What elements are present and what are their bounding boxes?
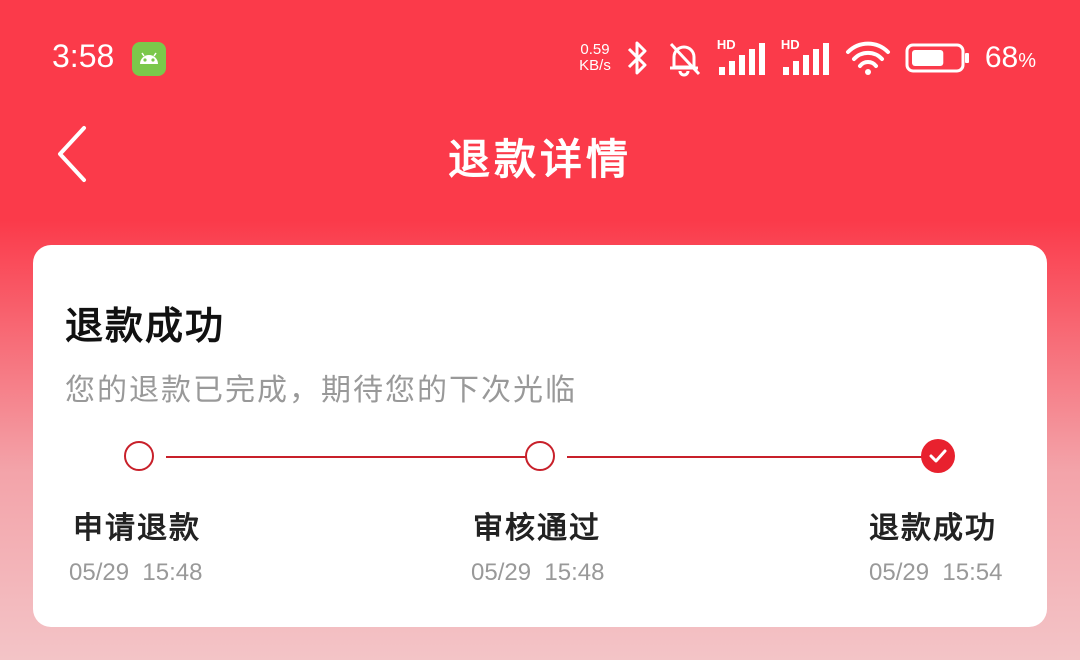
status-time: 3:58 (52, 38, 115, 74)
battery-percentage: 68% (985, 41, 1036, 75)
status-icons: 0.59 KB/s HD HD 68% (579, 36, 1036, 80)
wifi-icon (845, 41, 890, 75)
step-time-apply: 05/29 15:48 (69, 559, 203, 586)
status-bar: 3:58 0.59 KB/s HD HD 68% (0, 0, 1080, 100)
step-time-success: 05/29 15:54 (869, 559, 1003, 586)
battery-percentage-value: 68 (984, 41, 1019, 74)
step-time-review: 05/29 15:48 (471, 559, 605, 586)
bell-muted-icon (669, 42, 700, 77)
page-title: 退款详情 (447, 135, 632, 184)
step-label-review: 审核通过 (473, 511, 601, 546)
network-speed: 0.59 KB/s (579, 42, 611, 74)
cellular-signal-1: HD (717, 37, 767, 75)
refund-status-card: 退款成功 您的退款已完成，期待您的下次光临 申请退款 05/29 15:48 审… (33, 245, 1047, 627)
progress-line-1 (166, 456, 526, 458)
bluetooth-icon (627, 41, 647, 75)
refund-status-title: 退款成功 (65, 303, 226, 348)
android-icon (132, 42, 166, 76)
cellular-signal-2: HD (781, 37, 831, 75)
battery-icon (905, 43, 969, 73)
step-label-success: 退款成功 (869, 511, 997, 546)
network-speed-unit: KB/s (579, 57, 611, 74)
battery-percentage-unit: % (1018, 50, 1036, 72)
refund-progress (33, 439, 1047, 473)
progress-node-success (921, 439, 955, 473)
progress-node-apply (124, 441, 154, 471)
signal-bars-icon (718, 43, 765, 75)
progress-line-2 (567, 456, 923, 458)
step-label-apply: 申请退款 (73, 511, 201, 546)
progress-node-review (525, 441, 555, 471)
check-icon (929, 449, 947, 463)
refund-status-subtitle: 您的退款已完成，期待您的下次光临 (65, 373, 577, 408)
signal-bars-icon (782, 43, 829, 75)
network-speed-value: 0.59 (580, 41, 610, 58)
